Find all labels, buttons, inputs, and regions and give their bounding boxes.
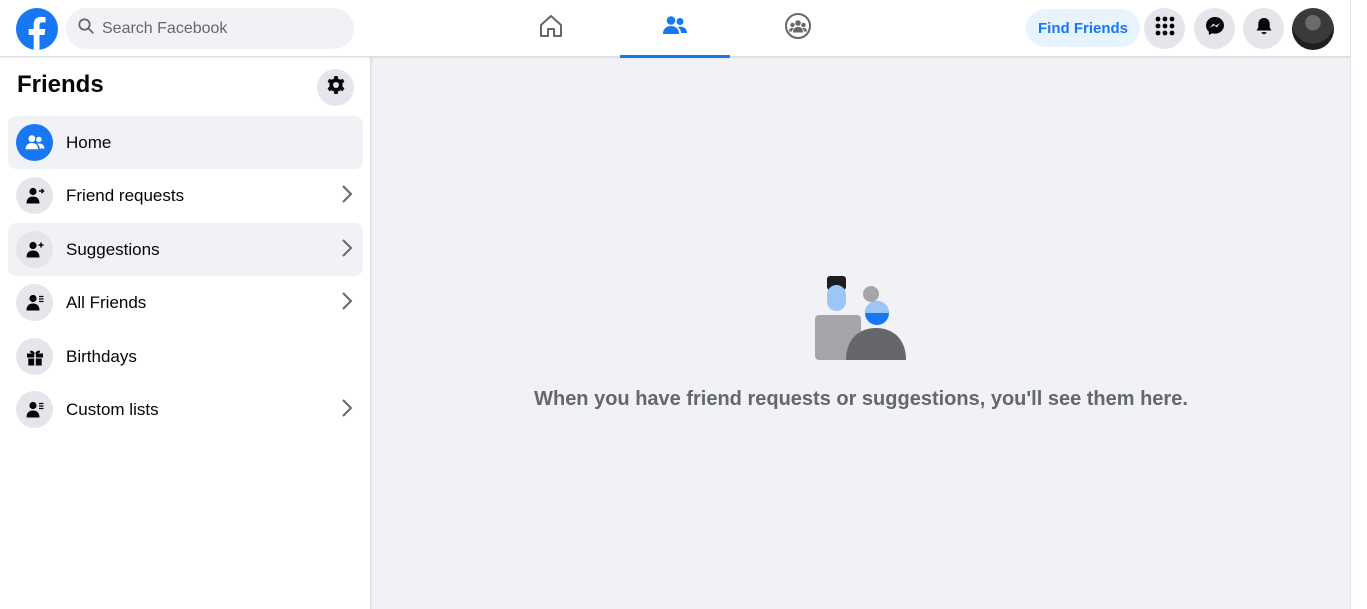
bell-icon [1254, 16, 1274, 41]
groups-icon [784, 12, 812, 45]
friends-sidebar: Friends Home Friend requests Suggestions… [0, 57, 371, 609]
sidebar-item-suggestions[interactable]: Suggestions [8, 223, 363, 276]
main-content: When you have friend requests or suggest… [372, 57, 1350, 609]
search-icon [78, 18, 94, 39]
friends-icon [16, 124, 53, 161]
search-input[interactable] [102, 19, 332, 38]
person-list-icon [16, 284, 53, 321]
settings-button[interactable] [317, 69, 354, 106]
tab-groups[interactable] [743, 0, 853, 57]
person-add-icon [16, 231, 53, 268]
sidebar-item-label: Custom lists [66, 399, 159, 419]
find-friends-button[interactable]: Find Friends [1026, 9, 1140, 47]
gear-icon [325, 74, 347, 101]
person-list-icon [16, 391, 53, 428]
empty-state-illustration [812, 272, 912, 367]
empty-state-message: When you have friend requests or suggest… [534, 388, 1188, 410]
sidebar-item-custom-lists[interactable]: Custom lists [8, 383, 363, 436]
sidebar-item-all-friends[interactable]: All Friends [8, 276, 363, 329]
sidebar-item-label: Suggestions [66, 239, 160, 259]
tab-home[interactable] [496, 0, 606, 57]
chevron-right-icon [341, 398, 353, 423]
gift-icon [16, 338, 53, 375]
facebook-logo-icon[interactable] [16, 8, 58, 50]
sidebar-item-label: Home [66, 132, 112, 152]
messenger-button[interactable] [1194, 8, 1235, 49]
notifications-button[interactable] [1243, 8, 1284, 49]
sidebar-item-label: Birthdays [66, 346, 137, 366]
grid-menu-icon [1155, 16, 1175, 41]
sidebar-item-label: Friend requests [66, 185, 185, 205]
sidebar-item-friend-requests[interactable]: Friend requests [8, 169, 363, 222]
chevron-right-icon [341, 238, 353, 263]
sidebar-item-label: All Friends [66, 292, 147, 312]
friends-icon [661, 12, 689, 45]
search-bar[interactable] [66, 8, 354, 49]
chevron-right-icon [341, 291, 353, 316]
sidebar-item-birthdays[interactable]: Birthdays [8, 330, 363, 383]
profile-avatar[interactable] [1292, 8, 1334, 50]
sidebar-title: Friends [17, 71, 104, 98]
tab-friends[interactable] [620, 0, 730, 58]
home-icon [537, 12, 565, 45]
page-scrollbar[interactable] [1350, 0, 1367, 609]
sidebar-item-home[interactable]: Home [8, 116, 363, 169]
messenger-icon [1205, 16, 1225, 41]
menu-button[interactable] [1144, 8, 1185, 49]
top-navigation-bar: Find Friends [0, 0, 1350, 58]
person-arrow-icon [16, 177, 53, 214]
chevron-right-icon [341, 184, 353, 209]
